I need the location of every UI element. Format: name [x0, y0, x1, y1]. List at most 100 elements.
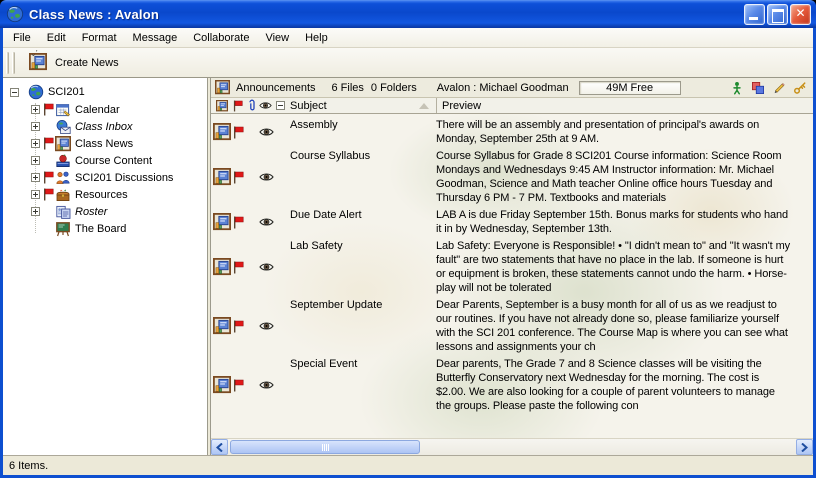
expand-icon[interactable] — [31, 207, 40, 216]
online-user-icon[interactable] — [730, 81, 744, 95]
sort-ascending-icon — [419, 103, 429, 109]
menu-view[interactable]: View — [257, 30, 297, 46]
message-list-panel: Announcements 6 Files 0 Folders Avalon :… — [211, 78, 813, 455]
resources-icon — [55, 187, 71, 203]
collapse-all-box[interactable] — [276, 101, 290, 110]
calendar-icon — [55, 102, 71, 118]
tree-item-roster[interactable]: Roster — [3, 203, 207, 220]
message-row[interactable]: Due Date Alert LAB A is due Friday Septe… — [211, 207, 813, 238]
main-area: SCI201 Calendar Class Inbox — [3, 78, 813, 455]
flag-icon — [233, 100, 243, 112]
news-item-icon — [212, 123, 232, 141]
files-count: 6 Files — [332, 82, 364, 94]
expand-icon[interactable] — [31, 139, 40, 148]
expand-icon[interactable] — [31, 105, 40, 114]
news-item-icon — [212, 258, 232, 276]
tree-item-sci201-discussions[interactable]: SCI201 Discussions — [3, 169, 207, 186]
tree-item-resources[interactable]: Resources — [3, 186, 207, 203]
tree-item-class-inbox[interactable]: Class Inbox — [3, 118, 207, 135]
message-preview: Dear Parents, September is a busy month … — [436, 298, 813, 354]
message-subject: Special Event — [290, 357, 436, 413]
column-attachment[interactable] — [247, 99, 259, 112]
message-subject: Due Date Alert — [290, 208, 436, 236]
tree-label: The Board — [75, 223, 126, 235]
board-icon — [55, 221, 71, 237]
menu-file[interactable]: File — [5, 30, 39, 46]
flag-icon — [233, 379, 244, 392]
discussions-icon — [55, 170, 71, 186]
expand-icon[interactable] — [31, 122, 40, 131]
message-preview: There will be an assembly and presentati… — [436, 118, 813, 146]
message-preview: Course Syllabus for Grade 8 SCI201 Cours… — [436, 149, 813, 205]
menu-collaborate[interactable]: Collaborate — [185, 30, 257, 46]
flag-icon — [233, 126, 244, 139]
title-bar[interactable]: Class News : Avalon — [0, 0, 816, 28]
menu-edit[interactable]: Edit — [39, 30, 74, 46]
edit-pencil-icon[interactable] — [772, 81, 786, 95]
news-item-icon — [212, 317, 232, 335]
message-subject: September Update — [290, 298, 436, 354]
viewed-eye-icon — [259, 172, 274, 182]
scrollbar-thumb[interactable] — [230, 440, 420, 454]
menu-format[interactable]: Format — [74, 30, 125, 46]
column-viewed[interactable] — [259, 101, 276, 110]
chevron-right-icon — [801, 443, 808, 452]
message-subject: Course Syllabus — [290, 149, 436, 205]
tree-label: SCI201 Discussions — [75, 172, 173, 184]
toolbar-grip[interactable] — [12, 52, 15, 74]
inbox-icon — [55, 119, 71, 135]
expand-icon[interactable] — [31, 190, 40, 199]
subject-column-label: Subject — [290, 100, 327, 112]
expand-icon[interactable] — [31, 156, 40, 165]
folder-tree: SCI201 Calendar Class Inbox — [3, 83, 207, 237]
scroll-left-button[interactable] — [211, 439, 228, 455]
folders-count: 0 Folders — [371, 82, 417, 94]
column-preview[interactable]: Preview — [436, 98, 813, 113]
menu-bar: File Edit Format Message Collaborate Vie… — [3, 28, 813, 48]
column-item-icon[interactable] — [211, 100, 233, 112]
maximize-button[interactable] — [767, 4, 788, 25]
viewed-eye-icon — [259, 217, 274, 227]
news-icon — [216, 100, 228, 112]
permissions-key-icon[interactable] — [793, 81, 807, 95]
scrollbar-track[interactable] — [228, 439, 796, 455]
message-row[interactable]: Lab Safety Lab Safety: Everyone is Respo… — [211, 238, 813, 297]
eye-icon — [259, 101, 272, 110]
toolbar-grip[interactable] — [6, 52, 9, 74]
app-window: Class News : Avalon File Edit Format Mes… — [0, 0, 816, 478]
close-button[interactable] — [790, 4, 811, 25]
unread-flag-icon — [43, 103, 54, 116]
column-subject[interactable]: Subject — [290, 100, 436, 112]
viewed-eye-icon — [259, 321, 274, 331]
workspace-layers-icon[interactable] — [751, 81, 765, 95]
viewed-eye-icon — [259, 380, 274, 390]
message-row[interactable]: Course Syllabus Course Syllabus for Grad… — [211, 148, 813, 207]
tree-item-class-news[interactable]: Class News — [3, 135, 207, 152]
create-news-button[interactable]: ⌄̕ Create News — [25, 50, 126, 76]
message-preview: Dear parents, The Grade 7 and 8 Science … — [436, 357, 813, 413]
unread-flag-icon — [43, 171, 54, 184]
tree-item-calendar[interactable]: Calendar — [3, 101, 207, 118]
horizontal-scrollbar[interactable] — [211, 438, 813, 455]
expand-icon[interactable] — [31, 173, 40, 182]
tree-item-sci201[interactable]: SCI201 — [3, 83, 207, 101]
message-row[interactable]: Assembly There will be an assembly and p… — [211, 117, 813, 148]
menu-help[interactable]: Help — [297, 30, 336, 46]
roster-icon — [55, 204, 71, 220]
minimize-button[interactable] — [744, 4, 765, 25]
column-flag[interactable] — [233, 100, 247, 112]
folder-tree-panel: SCI201 Calendar Class Inbox — [3, 78, 208, 455]
collapse-icon[interactable] — [10, 88, 19, 97]
scroll-right-button[interactable] — [796, 439, 813, 455]
news-item-icon — [212, 376, 232, 394]
message-row[interactable]: Special Event Dear parents, The Grade 7 … — [211, 356, 813, 415]
message-row[interactable]: September Update Dear Parents, September… — [211, 297, 813, 356]
news-icon — [55, 136, 71, 152]
message-preview: LAB A is due Friday September 15th. Bonu… — [436, 208, 813, 236]
tree-item-the-board[interactable]: The Board — [3, 220, 207, 237]
chevron-left-icon — [216, 443, 223, 452]
collapse-icon — [276, 101, 285, 110]
menu-message[interactable]: Message — [125, 30, 186, 46]
new-sparkle-icon: ⌄̕ — [30, 49, 37, 58]
tree-item-course-content[interactable]: Course Content — [3, 152, 207, 169]
